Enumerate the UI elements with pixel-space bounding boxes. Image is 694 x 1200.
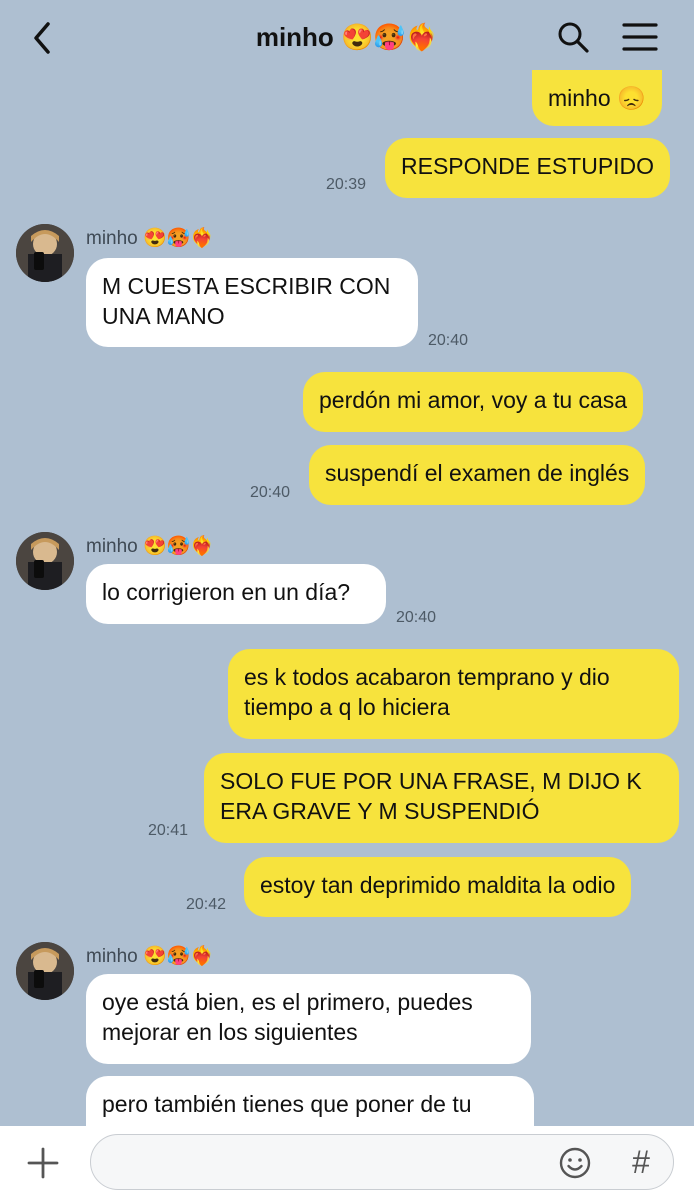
message-bubble-received[interactable]: M CUESTA ESCRIBIR CON UNA MANO [86,258,418,347]
message-time: 20:40 [428,332,469,349]
search-icon[interactable] [556,20,590,54]
sender-name: minho 😍🥵❤️‍🔥 [86,946,214,967]
message-bubble-sent[interactable]: estoy tan deprimido maldita la odio [244,857,632,917]
message-bubble-received[interactable]: oye está bien, es el primero, puedes mej… [86,974,531,1064]
hashtag-button[interactable]: # [626,1140,656,1184]
avatar[interactable] [16,942,74,1000]
message-bubble-sent[interactable]: SOLO FUE POR UNA FRASE, M DIJO K ERA GRA… [204,753,679,843]
message-bubble-sent[interactable]: suspendí el examen de inglés [309,445,646,505]
message-time: 20:40 [396,609,437,626]
message-time: 20:41 [148,822,189,839]
message-time: 20:42 [186,896,227,913]
message-input-bar: # [0,1126,694,1200]
emoji-smile-icon[interactable] [558,1146,592,1180]
sender-name: minho 😍🥵❤️‍🔥 [86,536,214,557]
avatar[interactable] [16,224,74,282]
message-time: 20:39 [326,176,367,193]
message-bubble-sent[interactable]: minho 😞 [532,70,662,126]
message-bubble-sent[interactable]: es k todos acabaron temprano y dio tiemp… [228,649,679,739]
message-bubble-received[interactable]: lo corrigieron en un día? [86,564,386,624]
menu-icon[interactable] [622,22,658,52]
message-bubble-sent[interactable]: perdón mi amor, voy a tu casa [303,372,644,432]
plus-icon[interactable] [26,1146,60,1180]
message-bubble-sent[interactable]: RESPONDE ESTUPIDO [385,138,671,198]
avatar[interactable] [16,532,74,590]
message-time: 20:40 [250,484,291,501]
chat-header: minho 😍🥵❤️‍🔥 [0,0,694,76]
sender-name: minho 😍🥵❤️‍🔥 [86,228,214,249]
